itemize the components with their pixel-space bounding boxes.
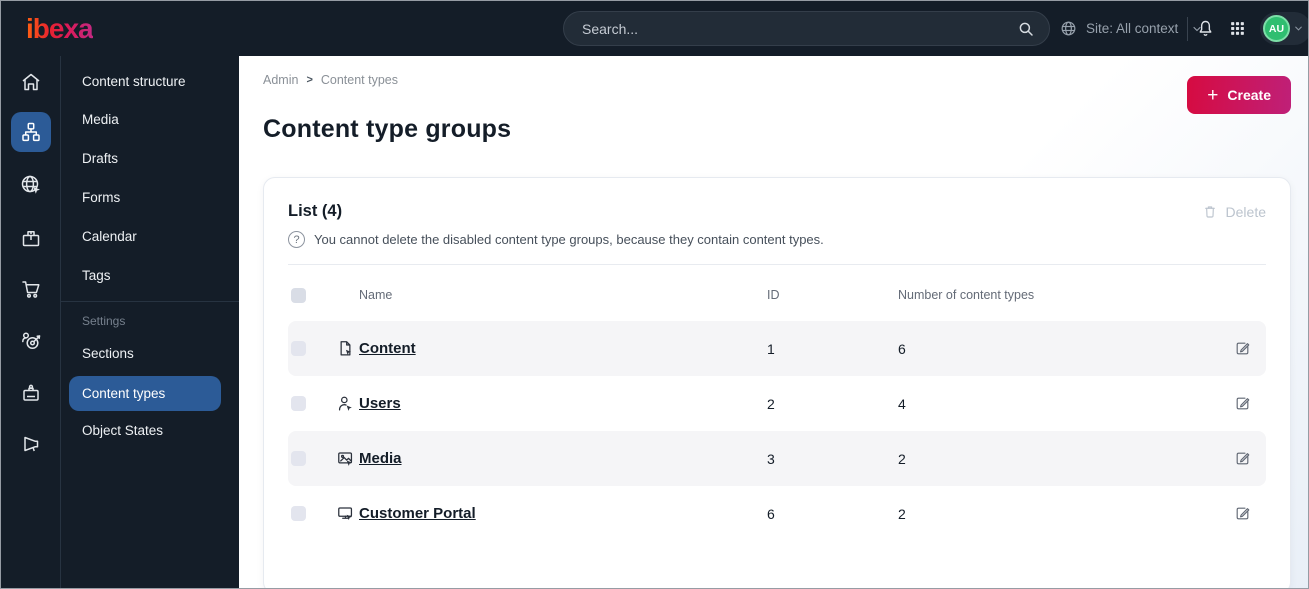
select-all-checkbox[interactable] [291,287,306,303]
trash-icon [1202,204,1218,220]
group-id: 2 [767,395,775,412]
create-button[interactable]: + Create [1187,76,1291,114]
breadcrumb: Admin > Content types [263,73,1291,87]
group-count: 4 [898,395,906,412]
personalization-icon[interactable] [19,329,43,353]
row-checkbox[interactable] [291,396,306,411]
table-row: Users 2 4 [288,376,1266,431]
delete-button[interactable]: Delete [1202,204,1266,220]
plus-icon: + [1207,84,1219,106]
group-link-customer-portal[interactable]: Customer Portal [359,505,476,522]
app-grid-icon [1229,20,1246,37]
column-header-count: Number of content types [898,288,1035,302]
site-context-selector[interactable]: Site: All context [1059,1,1203,56]
sidebar-item-tags[interactable]: Tags [61,266,239,286]
content-tree-icon[interactable] [11,112,51,152]
breadcrumb-separator: > [306,74,313,86]
group-link-content[interactable]: Content [359,340,416,357]
group-link-users[interactable]: Users [359,395,401,412]
row-checkbox[interactable] [291,506,306,521]
global-search[interactable] [563,11,1050,46]
search-icon [1017,20,1035,38]
user-menu[interactable]: AU [1260,12,1308,45]
table-row: Content 1 6 [288,321,1266,376]
help-text: You cannot delete the disabled content t… [314,232,824,247]
customer-portal-monitor-icon [336,504,355,523]
sidebar-item-content-structure[interactable]: Content structure [61,72,239,92]
edit-button[interactable] [1234,502,1258,526]
table-row: Media 3 2 [288,431,1266,486]
icon-rail [1,56,61,588]
column-header-name: Name [359,288,393,302]
card-divider [288,264,1266,265]
chevron-down-icon [1293,23,1304,34]
search-input[interactable] [582,20,1017,37]
sidebar-item-content-types[interactable]: Content types [69,376,221,411]
breadcrumb-admin[interactable]: Admin [263,73,298,87]
bell-icon [1195,18,1216,39]
sidebar: Content structure Media Drafts Forms Cal… [1,56,239,588]
group-count: 6 [898,340,906,357]
group-id: 1 [767,340,775,357]
avatar: AU [1263,15,1290,42]
table-header: Name ID Number of content types [288,269,1266,321]
delete-button-label: Delete [1225,204,1266,220]
notifications-button[interactable] [1195,1,1216,56]
card-bottom-spacer [288,541,1266,569]
sidebar-item-calendar[interactable]: Calendar [61,227,239,247]
globe-icon [1059,19,1078,38]
breadcrumb-content-types: Content types [320,73,399,87]
create-button-label: Create [1227,87,1271,103]
admin-badge-icon[interactable] [19,381,43,405]
sidebar-item-object-states[interactable]: Object States [61,421,239,441]
row-checkbox[interactable] [291,451,306,466]
sidebar-item-forms[interactable]: Forms [61,188,239,208]
group-count: 2 [898,505,906,522]
group-id: 3 [767,450,775,467]
marketing-megaphone-icon[interactable] [19,432,43,456]
list-title: List (4) [288,202,343,220]
content-type-groups-card: List (4) ? You cannot delete the disable… [263,177,1291,588]
page-title: Content type groups [263,115,512,143]
app-switcher-button[interactable] [1229,1,1246,56]
group-link-media[interactable]: Media [359,450,402,467]
edit-button[interactable] [1234,447,1258,471]
question-circle-icon: ? [288,231,305,248]
menu-divider [61,301,239,302]
sidebar-item-media[interactable]: Media [61,110,239,130]
site-icon[interactable] [19,173,43,197]
product-catalog-icon[interactable] [19,226,43,250]
row-checkbox[interactable] [291,341,306,356]
group-count: 2 [898,450,906,467]
table-row: Customer Portal 6 2 [288,486,1266,541]
cart-icon[interactable] [19,277,43,301]
topbar-divider [1187,17,1188,41]
home-icon[interactable] [19,70,43,94]
ibexa-logo[interactable]: ibexa [26,1,94,56]
column-header-id: ID [767,288,780,302]
site-context-label: Site: All context [1086,21,1179,36]
media-image-icon [336,449,355,468]
edit-button[interactable] [1234,392,1258,416]
settings-section-header: Settings [82,314,126,328]
edit-button[interactable] [1234,337,1258,361]
group-id: 6 [767,505,775,522]
sidebar-item-sections[interactable]: Sections [61,344,239,364]
help-row: ? You cannot delete the disabled content… [288,231,1266,248]
sidebar-item-drafts[interactable]: Drafts [61,149,239,169]
top-bar: ibexa Site: All context [1,1,1308,56]
app-window: ibexa Site: All context [0,0,1309,589]
content-file-icon [336,339,355,358]
sidebar-menu: Content structure Media Drafts Forms Cal… [61,56,239,588]
users-icon [336,394,355,413]
main-content: Admin > Content types + Create Content t… [239,56,1308,588]
